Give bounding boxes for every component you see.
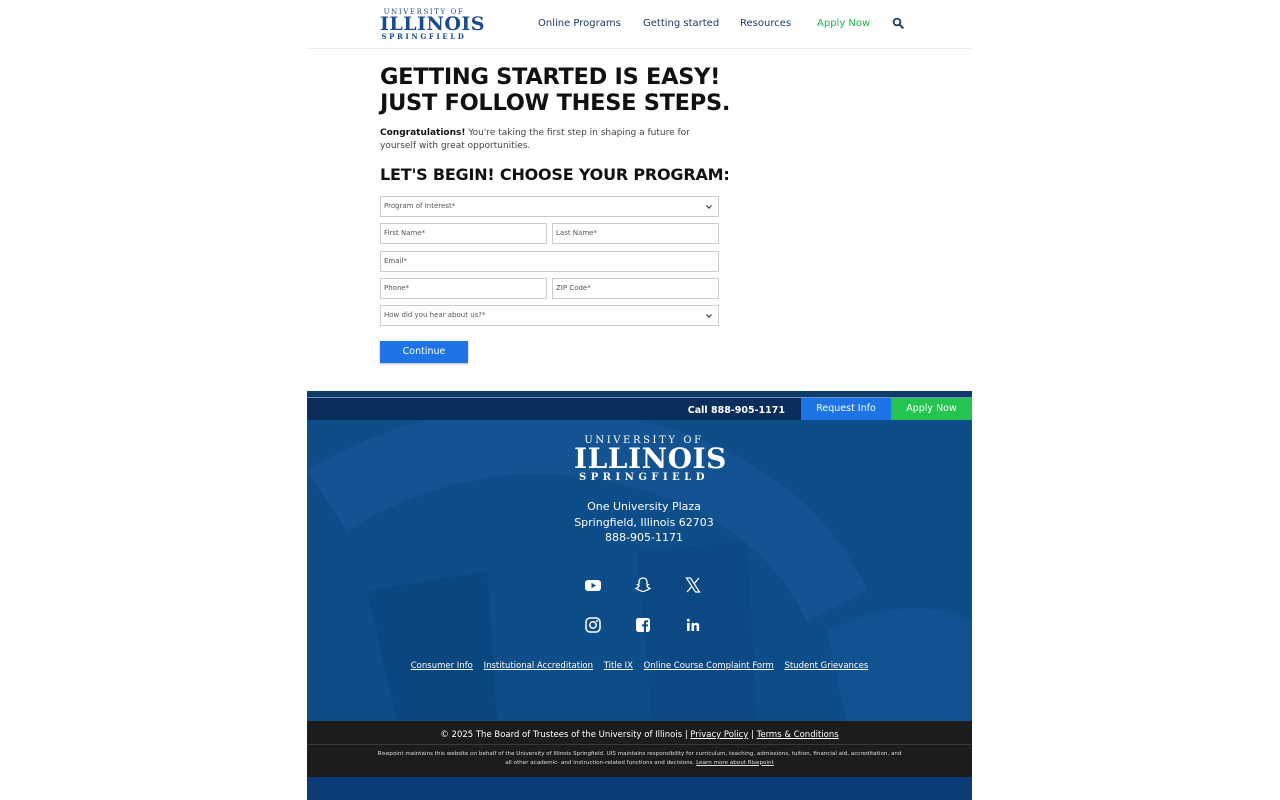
email-placeholder: Email*	[384, 257, 407, 265]
search-icon[interactable]	[892, 17, 904, 29]
apply-now-button[interactable]: Apply Now	[891, 398, 972, 420]
site-footer: Call 888-905-1171 Request Info Apply Now…	[307, 391, 972, 800]
footer-links: Consumer Info Institutional Accreditatio…	[307, 661, 972, 671]
snapchat-icon[interactable]	[634, 576, 652, 594]
request-info-button[interactable]: Request Info	[801, 398, 891, 420]
site-header: UNIVERSITY OF ILLINOIS SPRINGFIELD Onlin…	[307, 0, 972, 49]
page: UNIVERSITY OF ILLINOIS SPRINGFIELD Onlin…	[307, 0, 972, 800]
source-select-placeholder: How did you hear about us?*	[384, 311, 486, 319]
call-phone-link[interactable]: Call 888-905-1171	[688, 405, 785, 416]
copyright-divider: |	[751, 730, 754, 740]
logo-line3: SPRINGFIELD	[381, 32, 467, 41]
first-name-placeholder: First Name*	[384, 229, 426, 237]
copyright-text: © 2025 The Board of Trustees of the Univ…	[440, 730, 688, 740]
address-block: One University Plaza Springfield, Illino…	[539, 499, 749, 546]
zip-field[interactable]: ZIP Code*	[552, 278, 719, 299]
copyright-separator	[307, 744, 972, 745]
page-title-line1: GETTING STARTED IS EASY!	[380, 64, 721, 90]
copyright-line: © 2025 The Board of Trustees of the Univ…	[307, 730, 972, 740]
uis-logo[interactable]: UNIVERSITY OF ILLINOIS SPRINGFIELD	[380, 8, 486, 41]
disclaimer-text: Risepoint maintains this website on beha…	[377, 751, 902, 766]
program-select[interactable]: Program of Interest*	[380, 196, 719, 217]
address-city: Springfield, Illinois 62703	[574, 515, 714, 529]
email-field[interactable]: Email*	[380, 251, 719, 272]
chevron-down-icon	[706, 205, 712, 210]
link-title-ix[interactable]: Title IX	[604, 661, 633, 671]
logo-line2: ILLINOIS	[380, 13, 486, 35]
terms-link[interactable]: Terms & Conditions	[757, 730, 839, 740]
disclaimer: Risepoint maintains this website on beha…	[377, 750, 902, 767]
source-select[interactable]: How did you hear about us?*	[380, 305, 719, 326]
nav-apply-now[interactable]: Apply Now	[817, 18, 870, 29]
footer-logo[interactable]: UNIVERSITY OF ILLINOIS SPRINGFIELD	[574, 435, 727, 484]
first-name-field[interactable]: First Name*	[380, 223, 547, 244]
phone-placeholder: Phone*	[384, 284, 410, 292]
facebook-icon[interactable]	[634, 616, 652, 634]
youtube-icon[interactable]	[584, 576, 602, 594]
link-student-grievances[interactable]: Student Grievances	[784, 661, 868, 671]
address-street: One University Plaza	[587, 500, 701, 513]
page-title-line2: JUST FOLLOW THESE STEPS.	[380, 90, 731, 116]
privacy-policy-link[interactable]: Privacy Policy	[690, 730, 748, 740]
nav-getting-started[interactable]: Getting started	[643, 18, 719, 29]
nav-online-programs[interactable]: Online Programs	[538, 18, 621, 29]
address-phone: 888-905-1171	[605, 531, 683, 544]
copyright-bar: © 2025 The Board of Trustees of the Univ…	[307, 721, 972, 777]
program-select-placeholder: Program of Interest*	[384, 202, 456, 210]
instagram-icon[interactable]	[584, 616, 602, 634]
last-name-placeholder: Last Name*	[556, 229, 597, 237]
page-title: GETTING STARTED IS EASY! JUST FOLLOW THE…	[380, 64, 740, 116]
footer-logo-line3: SPRINGFIELD	[578, 472, 709, 483]
intro-text: Congratulations! You're taking the first…	[380, 127, 710, 153]
form-heading: LET'S BEGIN! CHOOSE YOUR PROGRAM:	[380, 165, 730, 184]
phone-field[interactable]: Phone*	[380, 278, 547, 299]
footer-bottom-bar	[307, 777, 972, 800]
continue-button[interactable]: Continue	[380, 341, 468, 363]
nav-resources[interactable]: Resources	[740, 18, 791, 29]
x-icon[interactable]	[684, 576, 702, 594]
cta-bar: Call 888-905-1171 Request Info Apply Now	[307, 398, 972, 420]
linkedin-icon[interactable]	[684, 616, 702, 634]
link-complaint-form[interactable]: Online Course Complaint Form	[644, 661, 774, 671]
footer-logo-line2: ILLINOIS	[574, 442, 727, 475]
link-consumer-info[interactable]: Consumer Info	[411, 661, 473, 671]
footer-top-line	[307, 391, 972, 398]
zip-placeholder: ZIP Code*	[556, 284, 591, 292]
chevron-down-icon	[706, 314, 712, 319]
intro-bold: Congratulations!	[380, 128, 466, 138]
last-name-field[interactable]: Last Name*	[552, 223, 719, 244]
link-institutional-accreditation[interactable]: Institutional Accreditation	[484, 661, 593, 671]
learn-more-link[interactable]: Learn more about Risepoint	[696, 760, 774, 766]
